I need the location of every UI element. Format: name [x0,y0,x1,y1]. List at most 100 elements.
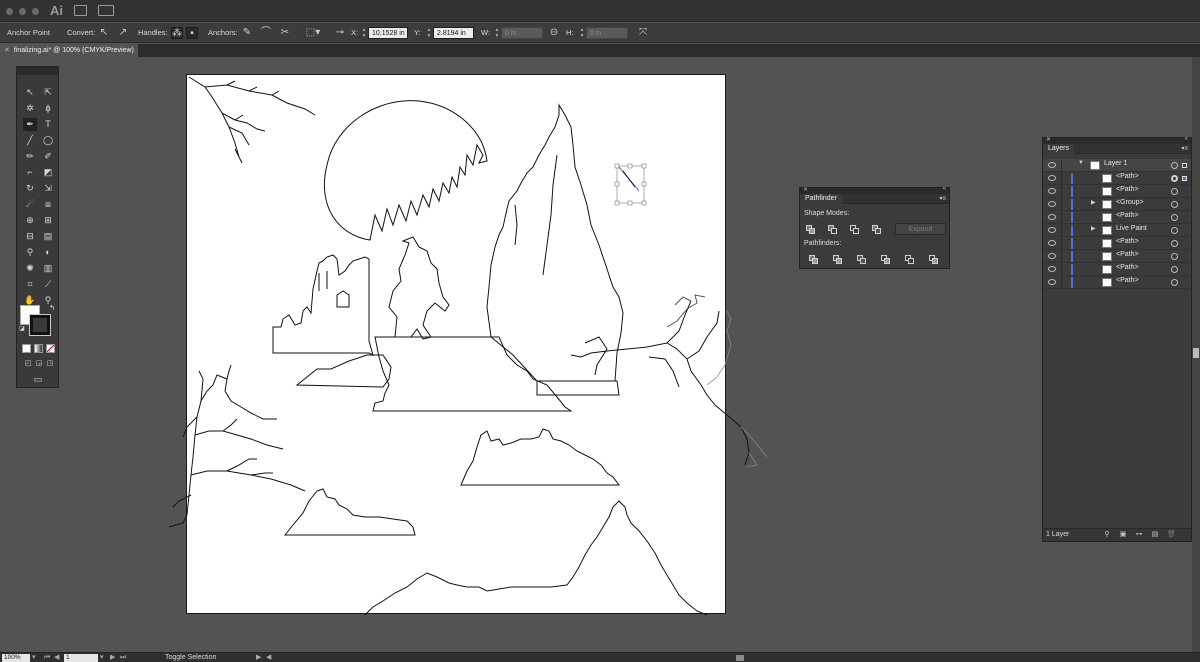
visibility-eye-icon[interactable] [1048,227,1056,233]
default-fill-stroke-icon[interactable]: ◪ [18,325,26,333]
eyedropper-tool-icon[interactable]: ⚲ [23,246,37,259]
vertical-scrollbar[interactable] [1192,57,1200,652]
gradient-mode-icon[interactable] [34,344,43,353]
blend-tool-icon[interactable]: ◐ [41,246,55,259]
clipping-mask-icon[interactable]: ▣ [1119,531,1127,539]
y-field[interactable]: 2.8194 in [433,27,474,39]
convert-to-smooth-icon[interactable]: ↗ [117,27,129,39]
arrange-documents-icon[interactable] [98,5,114,16]
artboard[interactable] [168,74,768,616]
close-panel-icon[interactable]: ✕ [803,186,808,193]
shape-builder-tool-icon[interactable]: ⊕ [23,214,37,227]
swap-fill-stroke-icon[interactable]: ↰ [45,305,59,313]
lock-column[interactable] [1061,225,1062,236]
y-stepper[interactable]: ▲ ▼ [426,27,432,39]
rotate-tool-icon[interactable]: ↻ [23,182,37,195]
expand-button[interactable]: Expand [895,223,946,235]
layer-row[interactable]: ▶ <Group> [1043,198,1191,211]
unite-icon[interactable] [805,224,817,235]
blob-brush-tool-icon[interactable]: ⌐ [23,166,37,179]
layer-row[interactable]: <Path> [1043,237,1191,250]
isolate-group-icon[interactable]: ⬚▾ [304,27,322,39]
gradient-tool-icon[interactable]: ▤ [41,230,55,243]
last-artboard-icon[interactable]: ⏭ [120,653,126,662]
layer-name[interactable]: Layer 1 [1104,160,1127,167]
warp-tool-icon[interactable]: ☄ [23,198,37,211]
layer-row[interactable]: <Path> [1043,250,1191,263]
previous-artboard-icon[interactable]: ◀ [54,653,59,662]
document-tab[interactable]: ✕ finalizing.ai* @ 100% (CMYK/Preview) [0,44,138,57]
lock-column[interactable] [1061,212,1062,223]
visibility-eye-icon[interactable] [1048,240,1056,246]
w-stepper[interactable]: ▲ ▼ [494,27,500,39]
divide-icon[interactable] [808,254,820,265]
target-circle-icon[interactable] [1171,175,1178,182]
vertical-scroll-thumb[interactable] [1193,348,1199,358]
minus-back-icon[interactable] [928,254,940,265]
lock-column[interactable] [1061,160,1062,171]
outline-icon[interactable] [904,254,916,265]
pencil-tool-icon[interactable]: ✐ [41,150,55,163]
stroke-swatch[interactable] [29,314,51,336]
layer-row[interactable]: <Path> [1043,276,1191,289]
w-field[interactable]: 0 in [501,27,543,39]
locate-object-icon[interactable]: ⚲ [1103,531,1111,539]
layer-row[interactable]: ▶ Live Paint [1043,224,1191,237]
panel-menu-icon[interactable]: ▾≡ [1181,145,1188,152]
x-stepper[interactable]: ▲ ▼ [361,27,367,39]
lock-column[interactable] [1061,199,1062,210]
layer-name[interactable]: <Path> [1116,173,1139,180]
status-menu-icon[interactable]: ▶ [256,653,261,662]
layer-row[interactable]: <Path> [1043,172,1191,185]
layer-row[interactable]: ▼ Layer 1 [1043,159,1191,172]
panel-menu-icon[interactable]: ▾≡ [939,195,946,202]
visibility-eye-icon[interactable] [1048,279,1056,285]
zoom-window-icon[interactable] [32,8,39,15]
selection-indicator[interactable] [1182,176,1187,181]
delete-layer-icon[interactable]: 🗑 [1167,531,1176,539]
layer-name[interactable]: Live Paint [1116,225,1147,232]
hide-handles-icon[interactable]: ▪ [186,27,198,39]
disclosure-collapsed-icon[interactable]: ▶ [1091,225,1096,232]
visibility-eye-icon[interactable] [1048,201,1056,207]
column-graph-tool-icon[interactable]: ▥ [41,262,55,275]
artboard-tool-icon[interactable]: ⌗ [23,278,37,291]
show-handles-icon[interactable]: ⁂ [171,27,183,39]
visibility-eye-icon[interactable] [1048,162,1056,168]
disclosure-collapsed-icon[interactable]: ▶ [1091,199,1096,206]
trim-icon[interactable] [832,254,844,265]
close-tab-icon[interactable]: ✕ [4,47,10,54]
crop-icon[interactable] [880,254,892,265]
lock-column[interactable] [1061,238,1062,249]
layer-name[interactable]: <Path> [1116,186,1139,193]
h-stepper[interactable]: ▲ ▼ [579,27,585,39]
convert-to-corner-icon[interactable]: ↖ [98,27,110,39]
slice-tool-icon[interactable]: ⟋ [41,278,55,291]
first-artboard-icon[interactable]: ⏮ [44,653,50,662]
target-circle-icon[interactable] [1171,214,1178,221]
exclude-icon[interactable] [871,224,883,235]
x-field[interactable]: 10.1528 in [368,27,408,39]
layer-name[interactable]: <Path> [1116,212,1139,219]
zoom-field[interactable]: 100% [2,654,30,662]
none-mode-icon[interactable] [46,344,55,353]
cut-path-icon[interactable]: ✂ [279,27,291,39]
selection-tool-icon[interactable]: ↖ [23,86,37,99]
lock-column[interactable] [1061,251,1062,262]
selection-indicator[interactable] [1182,163,1187,168]
layer-name[interactable]: <Path> [1116,277,1139,284]
paintbrush-tool-icon[interactable]: ✏ [23,150,37,163]
layer-name[interactable]: <Path> [1116,264,1139,271]
free-transform-tool-icon[interactable]: ⧈ [41,198,55,211]
symbol-sprayer-tool-icon[interactable]: ✺ [23,262,37,275]
minus-front-icon[interactable] [827,224,839,235]
target-circle-icon[interactable] [1171,201,1178,208]
layer-name[interactable]: <Group> [1116,199,1144,206]
visibility-eye-icon[interactable] [1048,266,1056,272]
layer-name[interactable]: <Path> [1116,238,1139,245]
transform-icon[interactable]: ⤧ [637,27,649,39]
target-circle-icon[interactable] [1171,279,1178,286]
scroll-left-icon[interactable]: ◀ [266,653,271,662]
perspective-grid-tool-icon[interactable]: ⊟ [23,230,37,243]
target-circle-icon[interactable] [1171,188,1178,195]
